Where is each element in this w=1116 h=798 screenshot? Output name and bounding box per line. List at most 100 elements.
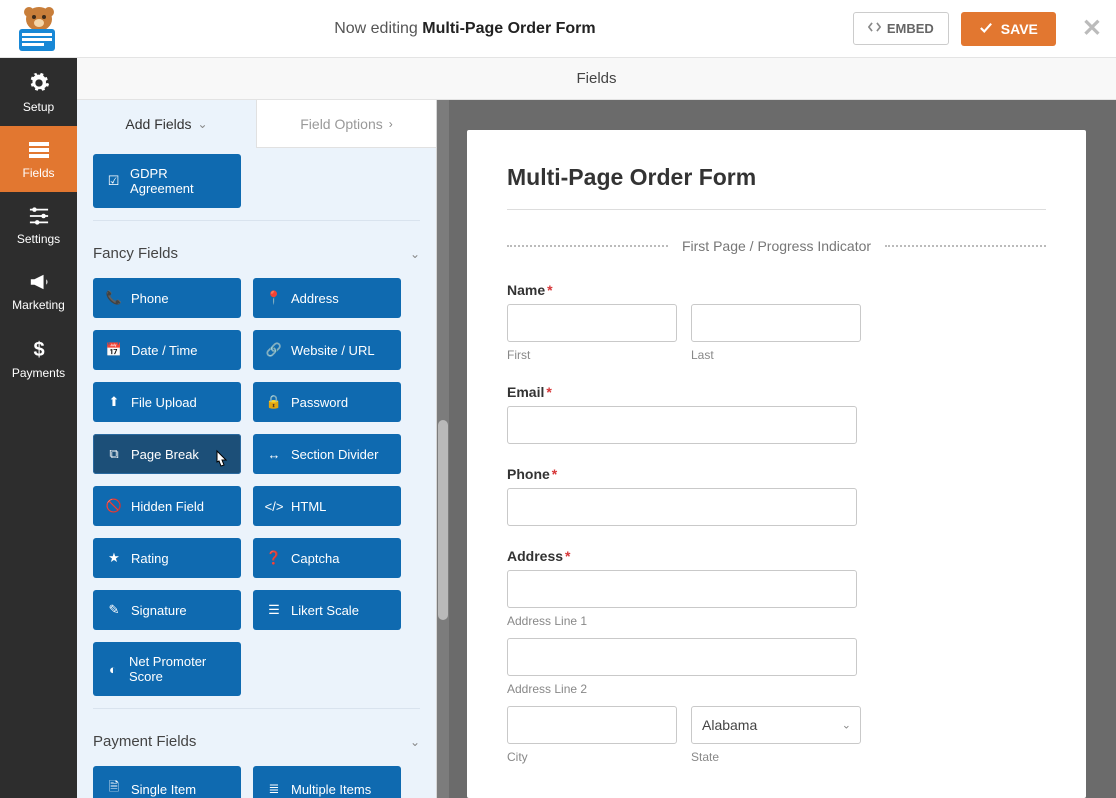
field-date-time[interactable]: 📅Date / Time [93,330,241,370]
editing-prefix: Now editing [334,20,418,37]
link-icon: 🔗 [267,342,281,358]
embed-button[interactable]: EMBED [853,12,949,45]
label-address: Address* [507,548,1046,564]
fields-header: Fields [77,58,1116,100]
input-first-name[interactable] [507,304,677,342]
field-multiple-items[interactable]: ≣Multiple Items [253,766,401,798]
section-payment-fields[interactable]: Payment Fields ⌄ [93,708,420,766]
sliders-icon [28,206,50,226]
required-asterisk: * [552,466,557,482]
field-signature[interactable]: ✎Signature [93,590,241,630]
list-icon [27,140,51,160]
field-address[interactable]: 📍Address [253,278,401,318]
rail-payments[interactable]: $ Payments [0,324,77,392]
chevron-down-icon: ⌄ [410,247,420,261]
scrollbar-thumb[interactable] [438,420,448,620]
upload-icon: ⬆ [107,394,121,410]
input-city[interactable] [507,706,677,744]
sublabel-last: Last [691,348,861,362]
dotted-line [885,245,1046,247]
field-phone[interactable]: Phone* [507,466,1046,526]
pencil-icon: ✎ [107,602,121,618]
close-button[interactable]: ✕ [1068,14,1116,43]
list-icon: ☰ [267,602,281,618]
top-bar: Now editing Multi-Page Order Form EMBED … [0,0,1116,58]
field-password[interactable]: 🔒Password [253,382,401,422]
form-preview-canvas: Multi-Page Order Form First Page / Progr… [437,100,1116,798]
code-icon: </> [267,499,281,514]
gear-icon [28,72,50,94]
app-logo [0,0,77,58]
input-address-line2[interactable] [507,638,857,676]
page-indicator-divider: First Page / Progress Indicator [507,238,1046,254]
page-break-icon: ⧉ [107,446,121,462]
tab-add-fields[interactable]: Add Fields ⌄ [77,100,256,148]
panel-tabs: Add Fields ⌄ Field Options › [77,100,436,148]
field-captcha[interactable]: ❓Captcha [253,538,401,578]
form-name: Multi-Page Order Form [422,20,595,37]
field-address[interactable]: Address* Address Line 1 Address Line 2 C… [507,548,1046,764]
field-website-url[interactable]: 🔗Website / URL [253,330,401,370]
dollar-icon: $ [30,338,48,360]
field-rating[interactable]: ★Rating [93,538,241,578]
rail-marketing[interactable]: Marketing [0,258,77,324]
code-icon [868,21,881,36]
field-single-item[interactable]: 🗎Single Item [93,766,241,798]
form-title: Multi-Page Order Form [507,164,1046,191]
field-likert-scale[interactable]: ☰Likert Scale [253,590,401,630]
chevron-right-icon: › [389,117,393,131]
sublabel-address1: Address Line 1 [507,614,1046,628]
required-asterisk: * [565,548,570,564]
field-hidden-field[interactable]: 🚫Hidden Field [93,486,241,526]
label-name: Name* [507,282,1046,298]
chevron-down-icon: ⌄ [198,117,208,131]
bullhorn-icon [28,272,50,292]
question-icon: ❓ [267,550,281,566]
phone-icon: 📞 [107,290,121,306]
form-divider [507,209,1046,210]
field-email[interactable]: Email* [507,384,1046,444]
rail-fields[interactable]: Fields [0,126,77,192]
rail-settings[interactable]: Settings [0,192,77,258]
field-html[interactable]: </>HTML [253,486,401,526]
editing-title: Now editing Multi-Page Order Form [77,20,853,38]
label-phone: Phone* [507,466,1046,482]
check-icon [979,21,993,37]
input-email[interactable] [507,406,857,444]
chevron-down-icon: ⌄ [410,735,420,749]
tab-field-options[interactable]: Field Options › [256,100,436,148]
rail-setup[interactable]: Setup [0,58,77,126]
page-indicator-label: First Page / Progress Indicator [682,238,871,254]
input-last-name[interactable] [691,304,861,342]
field-section-divider[interactable]: ↔Section Divider [253,434,401,474]
sublabel-city: City [507,750,677,764]
required-asterisk: * [546,384,551,400]
sublabel-first: First [507,348,677,362]
field-gdpr-agreement[interactable]: ☑ GDPR Agreement [93,154,241,208]
lock-icon: 🔒 [267,394,281,410]
file-icon: 🗎 [107,778,121,798]
svg-text:$: $ [33,339,44,360]
field-net-promoter-score[interactable]: ◐Net Promoter Score [93,642,241,696]
star-icon: ★ [107,550,121,566]
check-square-icon: ☑ [107,173,120,189]
input-address-line1[interactable] [507,570,857,608]
dotted-line [507,245,668,247]
field-name[interactable]: Name* First Last [507,282,1046,362]
field-phone[interactable]: 📞Phone [93,278,241,318]
field-page-break[interactable]: ⧉Page Break [93,434,241,474]
input-phone[interactable] [507,488,857,526]
select-state[interactable]: ⌄ [691,706,861,744]
sublabel-address2: Address Line 2 [507,682,1046,696]
calendar-icon: 📅 [107,342,121,358]
input-state[interactable] [691,706,861,744]
side-panel: Add Fields ⌄ Field Options › ☑ GDPR Agre… [77,100,437,798]
top-actions: EMBED SAVE [853,12,1068,46]
field-file-upload[interactable]: ⬆File Upload [93,382,241,422]
save-button[interactable]: SAVE [961,12,1056,46]
tachometer-icon: ◐ [107,662,119,677]
divider-icon: ↔ [267,447,281,462]
required-asterisk: * [547,282,552,298]
section-fancy-fields[interactable]: Fancy Fields ⌄ [93,220,420,278]
sublabel-state: State [691,750,861,764]
